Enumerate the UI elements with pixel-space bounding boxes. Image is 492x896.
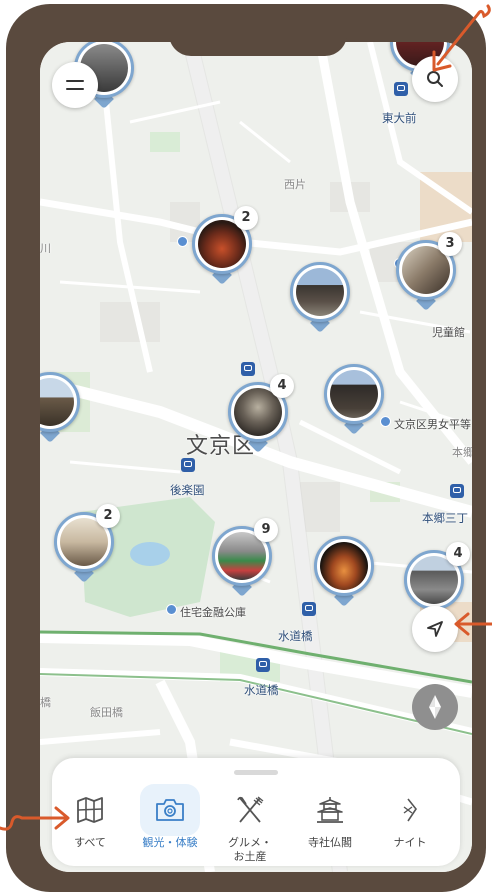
category-gourmet[interactable]: グルメ・ お土産 <box>210 784 290 863</box>
spot-pin[interactable] <box>290 262 350 336</box>
category-sightseeing[interactable]: 観光・体験 <box>130 784 210 860</box>
station-marker[interactable] <box>181 458 195 472</box>
category-label: 観光・体験 <box>142 836 198 849</box>
label-hongo-sanchome: 本郷三丁 <box>422 511 468 525</box>
category-sheet[interactable]: すべて 観光・体験 グルメ・ お土産 寺社仏閣 ナイト <box>52 758 460 866</box>
pin-count-badge: 4 <box>270 374 294 398</box>
pin-count-badge: 9 <box>254 518 278 542</box>
label-bashi: 橋 <box>40 696 51 709</box>
poi-marker[interactable] <box>166 604 177 615</box>
category-night[interactable]: ナイト <box>370 784 460 860</box>
phone-notch <box>169 18 347 56</box>
category-temples[interactable]: 寺社仏閣 <box>290 784 370 860</box>
station-marker[interactable] <box>256 658 270 672</box>
annotation-arrow-search <box>432 4 491 72</box>
pin-count-badge: 3 <box>438 232 462 256</box>
pin-count-badge: 2 <box>234 206 258 230</box>
label-sumitomo: 住宅金融公庫 <box>180 606 246 619</box>
station-marker[interactable] <box>450 484 464 498</box>
spot-pin[interactable]: 2 <box>54 504 120 586</box>
poi-marker[interactable] <box>177 236 188 247</box>
spot-pin[interactable]: 4 <box>228 374 294 456</box>
spot-pin[interactable]: 3 <box>396 232 462 314</box>
category-label: ナイト <box>393 836 427 849</box>
spot-pin[interactable]: 2 <box>192 206 258 288</box>
label-suidobashi-1: 水道橋 <box>278 629 313 643</box>
compass-button[interactable] <box>412 684 458 730</box>
label-nishikata: 西片 <box>284 178 306 191</box>
map-canvas[interactable] <box>40 42 472 872</box>
label-korakuen: 後楽園 <box>170 483 205 497</box>
hamburger-icon <box>66 80 84 90</box>
pin-count-badge: 2 <box>96 504 120 528</box>
station-marker[interactable] <box>241 362 255 376</box>
category-label: 寺社仏閣 <box>308 836 352 849</box>
annotation-arrow-location <box>454 612 492 636</box>
label-suidobashi-2: 水道橋 <box>244 683 279 697</box>
spot-pin[interactable]: 9 <box>212 518 278 600</box>
pin-count-badge: 4 <box>446 542 470 566</box>
label-jidokan: 児童館 <box>432 326 465 339</box>
spot-pin[interactable] <box>314 536 374 610</box>
label-todaimae: 東大前 <box>382 111 417 125</box>
spot-pin[interactable] <box>40 372 80 446</box>
annotation-arrow-category <box>0 806 70 831</box>
label-bunkyo-hall: 文京区男女平等 <box>394 418 471 431</box>
temple-icon <box>300 784 360 836</box>
compass-icon <box>429 695 441 719</box>
category-label: すべて <box>74 836 106 849</box>
phone-frame: 東大前 西片 川 児童館 文京区 文京区男女平等 本郷 後楽園 本郷三丁 住宅金… <box>6 4 486 892</box>
fork-knife-icon <box>220 784 280 836</box>
label-iidabashi: 飯田橋 <box>90 706 123 719</box>
label-hongo: 本郷 <box>452 446 472 459</box>
navigation-arrow-icon <box>427 621 443 637</box>
screenshot-stage: 東大前 西片 川 児童館 文京区 文京区男女平等 本郷 後楽園 本郷三丁 住宅金… <box>0 0 492 896</box>
menu-button[interactable] <box>52 62 98 108</box>
night-icon <box>380 784 440 836</box>
category-label: グルメ・ お土産 <box>228 836 272 863</box>
app-screen: 東大前 西片 川 児童館 文京区 文京区男女平等 本郷 後楽園 本郷三丁 住宅金… <box>40 42 472 872</box>
spot-pin[interactable] <box>324 364 384 438</box>
label-kawa: 川 <box>40 242 51 255</box>
sheet-drag-handle[interactable] <box>234 770 278 775</box>
camera-icon <box>140 784 200 836</box>
